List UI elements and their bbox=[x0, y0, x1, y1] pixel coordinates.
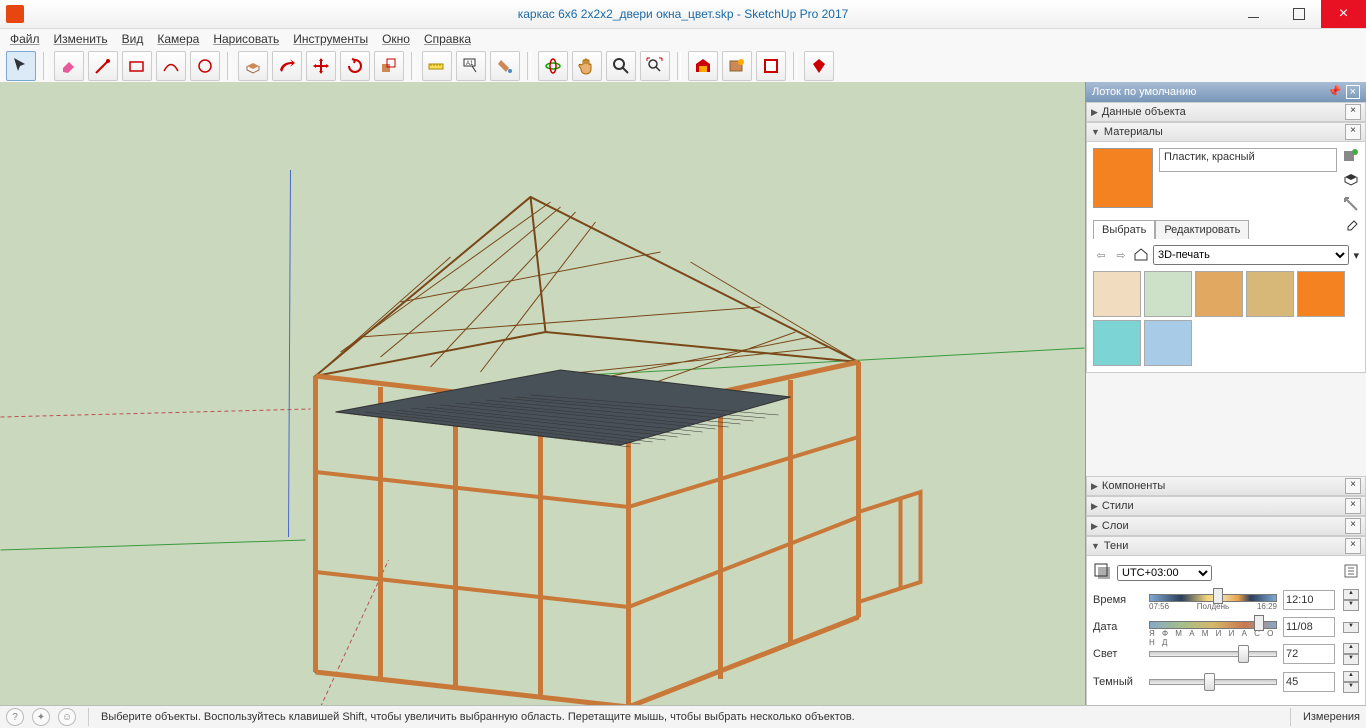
material-name-input[interactable]: Пластик, красный bbox=[1159, 148, 1337, 172]
extension-tool[interactable] bbox=[722, 51, 752, 81]
swatch[interactable] bbox=[1093, 320, 1141, 366]
time-label: Время bbox=[1093, 594, 1143, 606]
arc-tool[interactable] bbox=[156, 51, 186, 81]
svg-text:A1: A1 bbox=[466, 61, 474, 67]
library-menu-icon[interactable]: ▾ bbox=[1353, 249, 1359, 262]
date-slider[interactable]: Я Ф М А М И И А С О Н Д bbox=[1149, 619, 1277, 635]
menu-file[interactable]: Файл bbox=[4, 30, 46, 48]
nav-back-icon[interactable]: ⇦ bbox=[1093, 249, 1109, 262]
menu-tools[interactable]: Инструменты bbox=[287, 30, 374, 48]
move-tool[interactable] bbox=[306, 51, 336, 81]
warehouse-tool[interactable] bbox=[688, 51, 718, 81]
text-tool[interactable]: A1 bbox=[456, 51, 486, 81]
window-title: каркас 6x6 2x2x2_двери окна_цвет.skp - S… bbox=[518, 7, 849, 21]
panel-styles[interactable]: ▶Стили× bbox=[1086, 496, 1366, 516]
shadow-settings-icon[interactable] bbox=[1343, 563, 1359, 582]
zoom-tool[interactable] bbox=[606, 51, 636, 81]
swatch[interactable] bbox=[1093, 271, 1141, 317]
maximize-button[interactable] bbox=[1276, 0, 1321, 28]
shadow-toggle-icon[interactable] bbox=[1093, 562, 1111, 583]
tray-header[interactable]: Лоток по умолчанию 📌 × bbox=[1086, 82, 1366, 102]
material-library-select[interactable]: 3D-печать bbox=[1153, 245, 1349, 265]
scale-tool[interactable] bbox=[374, 51, 404, 81]
titlebar: каркас 6x6 2x2x2_двери окна_цвет.skp - S… bbox=[0, 0, 1366, 29]
rotate-tool[interactable] bbox=[340, 51, 370, 81]
orbit-tool[interactable] bbox=[538, 51, 568, 81]
current-material-swatch[interactable] bbox=[1093, 148, 1153, 208]
swatch[interactable] bbox=[1297, 271, 1345, 317]
time-input[interactable]: 12:10 bbox=[1283, 590, 1335, 610]
swatch[interactable] bbox=[1144, 320, 1192, 366]
close-button[interactable]: × bbox=[1321, 0, 1366, 28]
toolbar: A1 bbox=[0, 49, 1366, 84]
tray-close-icon[interactable]: × bbox=[1346, 85, 1360, 99]
material-swatches bbox=[1093, 271, 1359, 366]
shadows-body: UTC+03:00 Время 07:56Полдень16:29 12:10 … bbox=[1086, 556, 1366, 706]
swatch[interactable] bbox=[1195, 271, 1243, 317]
tape-tool[interactable] bbox=[422, 51, 452, 81]
panel-components[interactable]: ▶Компоненты× bbox=[1086, 476, 1366, 496]
panel-materials[interactable]: ▼Материалы× bbox=[1086, 122, 1366, 142]
measurements-label: Измерения bbox=[1303, 711, 1360, 723]
create-material-icon[interactable] bbox=[1343, 148, 1359, 164]
back-face-icon[interactable] bbox=[1343, 196, 1359, 212]
default-material-icon[interactable] bbox=[1343, 172, 1359, 188]
person-icon[interactable]: ☺ bbox=[58, 708, 76, 726]
light-label: Свет bbox=[1093, 648, 1143, 660]
timezone-select[interactable]: UTC+03:00 bbox=[1117, 565, 1212, 581]
nav-fwd-icon[interactable]: ⇨ bbox=[1113, 249, 1129, 262]
panel-layers[interactable]: ▶Слои× bbox=[1086, 516, 1366, 536]
dark-input[interactable]: 45 bbox=[1283, 672, 1335, 692]
light-slider[interactable] bbox=[1149, 651, 1277, 657]
panel-entity[interactable]: ▶Данные объекта× bbox=[1086, 102, 1366, 122]
swatch[interactable] bbox=[1144, 271, 1192, 317]
viewport[interactable] bbox=[0, 82, 1086, 706]
swatch[interactable] bbox=[1246, 271, 1294, 317]
minimize-button[interactable] bbox=[1231, 0, 1276, 28]
layout-tool[interactable] bbox=[756, 51, 786, 81]
date-label: Дата bbox=[1093, 621, 1143, 633]
line-tool[interactable] bbox=[88, 51, 118, 81]
zoom-extents-tool[interactable] bbox=[640, 51, 670, 81]
paint-tool[interactable] bbox=[490, 51, 520, 81]
side-tray: Лоток по умолчанию 📌 × ▶Данные объекта× … bbox=[1086, 82, 1366, 706]
pin-icon[interactable]: 📌 bbox=[1328, 85, 1342, 99]
status-hint: Выберите объекты. Воспользуйтесь клавише… bbox=[101, 711, 1278, 723]
menu-edit[interactable]: Изменить bbox=[48, 30, 114, 48]
tab-select[interactable]: Выбрать bbox=[1093, 220, 1155, 239]
tray-title: Лоток по умолчанию bbox=[1092, 86, 1196, 98]
eyedropper-icon[interactable] bbox=[1343, 220, 1359, 239]
help-icon[interactable]: ? bbox=[6, 708, 24, 726]
menu-draw[interactable]: Нарисовать bbox=[207, 30, 285, 48]
panel-close-icon[interactable]: × bbox=[1345, 104, 1361, 120]
select-tool[interactable] bbox=[6, 51, 36, 81]
rectangle-tool[interactable] bbox=[122, 51, 152, 81]
menubar: Файл Изменить Вид Камера Нарисовать Инст… bbox=[0, 29, 1366, 49]
date-input[interactable]: 11/08 bbox=[1283, 617, 1335, 637]
panel-close-icon[interactable]: × bbox=[1345, 124, 1361, 140]
pan-tool[interactable] bbox=[572, 51, 602, 81]
light-input[interactable]: 72 bbox=[1283, 644, 1335, 664]
materials-body: Пластик, красный Выбрать Редактировать ⇦… bbox=[1086, 142, 1366, 373]
ruby-tool[interactable] bbox=[804, 51, 834, 81]
menu-camera[interactable]: Камера bbox=[151, 30, 205, 48]
menu-window[interactable]: Окно bbox=[376, 30, 416, 48]
followme-tool[interactable] bbox=[272, 51, 302, 81]
statusbar: ? ✦ ☺ Выберите объекты. Воспользуйтесь к… bbox=[0, 705, 1366, 728]
menu-view[interactable]: Вид bbox=[116, 30, 150, 48]
eraser-tool[interactable] bbox=[54, 51, 84, 81]
geo-icon[interactable]: ✦ bbox=[32, 708, 50, 726]
tab-edit[interactable]: Редактировать bbox=[1155, 220, 1249, 239]
panel-shadows[interactable]: ▼Тени× bbox=[1086, 536, 1366, 556]
menu-help[interactable]: Справка bbox=[418, 30, 477, 48]
dark-label: Темный bbox=[1093, 676, 1143, 688]
circle-tool[interactable] bbox=[190, 51, 220, 81]
app-icon bbox=[6, 5, 24, 23]
pushpull-tool[interactable] bbox=[238, 51, 268, 81]
time-slider[interactable]: 07:56Полдень16:29 bbox=[1149, 592, 1277, 608]
dark-slider[interactable] bbox=[1149, 679, 1277, 685]
home-icon[interactable] bbox=[1133, 246, 1149, 265]
